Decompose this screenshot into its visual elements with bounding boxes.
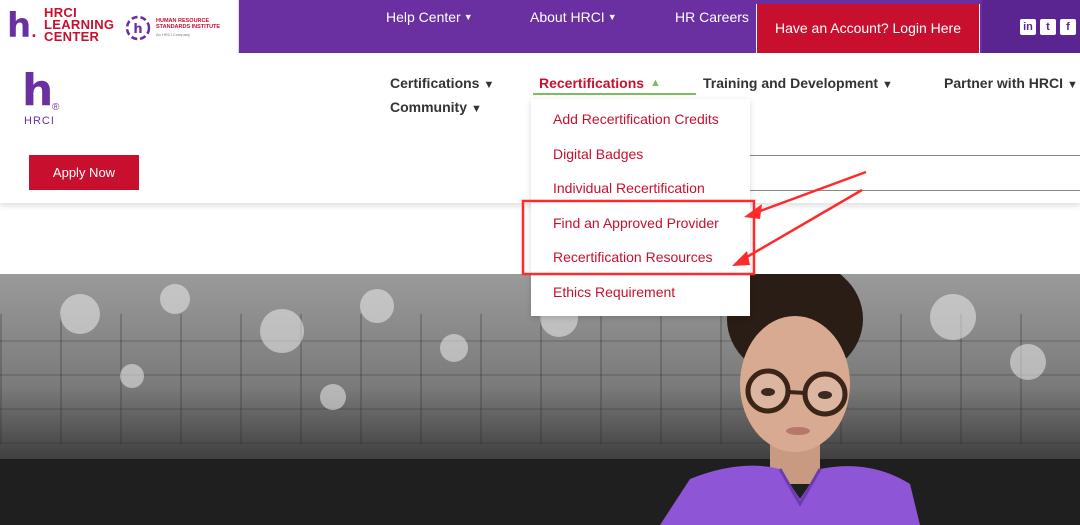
nav-community[interactable]: Community ▼	[390, 99, 482, 115]
nav-recertifications[interactable]: Recertifications ▲	[539, 75, 661, 91]
bokeh-light	[320, 384, 346, 410]
nav-training-development[interactable]: Training and Development ▼	[703, 75, 893, 91]
bokeh-light	[60, 294, 100, 334]
help-center-link[interactable]: Help Center ▼	[386, 9, 473, 25]
facebook-icon[interactable]: f	[1060, 19, 1076, 35]
learning-center-logo[interactable]: h. HRCI LEARNING CENTER h HUMAN RESOURCE…	[0, 0, 239, 53]
menu-item-individual-recertification[interactable]: Individual Recertification	[553, 180, 705, 196]
social-links: in t f	[982, 0, 1080, 53]
learning-center-wordmark: HRCI LEARNING CENTER	[44, 5, 115, 44]
nav-certifications[interactable]: Certifications ▼	[390, 75, 494, 91]
bokeh-light	[440, 334, 468, 362]
caret-down-icon: ▼	[471, 103, 482, 115]
hrci-h-mark: h.	[7, 6, 37, 46]
hrsi-subtitle: An HRCI Company	[156, 32, 191, 37]
hrci-wordmark: HRCI	[24, 115, 55, 127]
caret-down-icon: ▼	[1067, 79, 1078, 91]
menu-item-find-approved-provider[interactable]: Find an Approved Provider	[553, 215, 719, 231]
bokeh-light	[160, 284, 190, 314]
menu-item-ethics-requirement[interactable]: Ethics Requirement	[553, 284, 675, 300]
menu-item-digital-badges[interactable]: Digital Badges	[553, 146, 643, 162]
bokeh-light	[930, 294, 976, 340]
apply-now-button[interactable]: Apply Now	[29, 155, 139, 190]
login-button[interactable]: Have an Account? Login Here	[756, 4, 980, 53]
hrci-logo[interactable]: h ® HRCI	[22, 68, 72, 128]
caret-down-icon: ▼	[882, 79, 893, 91]
hrsi-emblem-icon: h	[125, 15, 151, 41]
bokeh-light	[1010, 344, 1046, 380]
top-bar: h. HRCI LEARNING CENTER h HUMAN RESOURCE…	[0, 0, 1080, 53]
bokeh-light	[360, 289, 394, 323]
twitter-icon[interactable]: t	[1040, 19, 1056, 35]
divider	[750, 155, 1080, 156]
active-nav-underline	[533, 93, 696, 95]
chevron-down-icon: ▼	[463, 12, 473, 22]
bokeh-light	[120, 364, 144, 388]
linkedin-icon[interactable]: in	[1020, 19, 1036, 35]
hrci-h-logo-icon: h	[22, 65, 54, 116]
registered-mark: ®	[52, 102, 60, 113]
hrsi-wordmark: HUMAN RESOURCE STANDARDS INSTITUTE	[156, 18, 221, 30]
divider	[750, 190, 1080, 191]
chevron-down-icon: ▼	[607, 12, 617, 22]
about-hrci-link[interactable]: About HRCI ▼	[530, 9, 617, 25]
nav-partner[interactable]: Partner with HRCI ▼	[944, 75, 1078, 91]
menu-item-add-recertification-credits[interactable]: Add Recertification Credits	[553, 111, 719, 127]
hr-careers-link[interactable]: HR Careers	[675, 9, 749, 25]
hrsi-logo: h HUMAN RESOURCE STANDARDS INSTITUTE An …	[124, 12, 234, 42]
caret-down-icon: ▼	[483, 79, 495, 91]
caret-up-icon: ▲	[650, 77, 661, 89]
svg-text:h: h	[133, 22, 142, 37]
menu-item-recertification-resources[interactable]: Recertification Resources	[553, 249, 713, 265]
bokeh-light	[260, 309, 304, 353]
recertifications-dropdown-menu: Add Recertification Credits Digital Badg…	[531, 99, 750, 316]
